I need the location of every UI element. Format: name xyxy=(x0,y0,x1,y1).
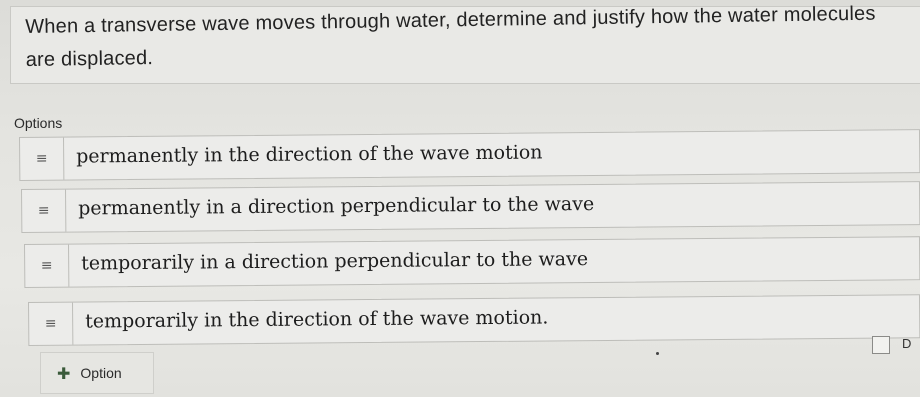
drag-handle-icon[interactable]: ≡ xyxy=(29,302,74,345)
add-option-button[interactable]: ✚ Option xyxy=(40,352,154,394)
option-row[interactable]: ≡ temporarily in the direction of the wa… xyxy=(28,294,920,346)
checkbox-label: D xyxy=(902,336,912,351)
option-row[interactable]: ≡ permanently in a direction perpendicul… xyxy=(21,181,920,233)
option-row[interactable]: ≡ temporarily in a direction perpendicul… xyxy=(24,236,920,288)
question-text[interactable]: When a transverse wave moves through wat… xyxy=(25,0,906,77)
options-label: Options xyxy=(14,115,63,131)
checkbox[interactable] xyxy=(872,336,890,354)
option-text[interactable]: permanently in the direction of the wave… xyxy=(76,141,542,167)
question-card: When a transverse wave moves through wat… xyxy=(10,3,920,84)
cursor-dot xyxy=(656,352,659,355)
plus-icon: ✚ xyxy=(57,363,71,383)
option-text[interactable]: temporarily in the direction of the wave… xyxy=(85,306,548,332)
option-row[interactable]: ≡ permanently in the direction of the wa… xyxy=(19,129,920,181)
drag-handle-icon[interactable]: ≡ xyxy=(20,137,65,180)
add-option-label: Option xyxy=(80,365,122,381)
drag-handle-icon[interactable]: ≡ xyxy=(22,189,67,232)
drag-handle-icon[interactable]: ≡ xyxy=(25,244,70,287)
option-text[interactable]: temporarily in a direction perpendicular… xyxy=(81,248,588,274)
option-text[interactable]: permanently in a direction perpendicular… xyxy=(78,193,594,220)
